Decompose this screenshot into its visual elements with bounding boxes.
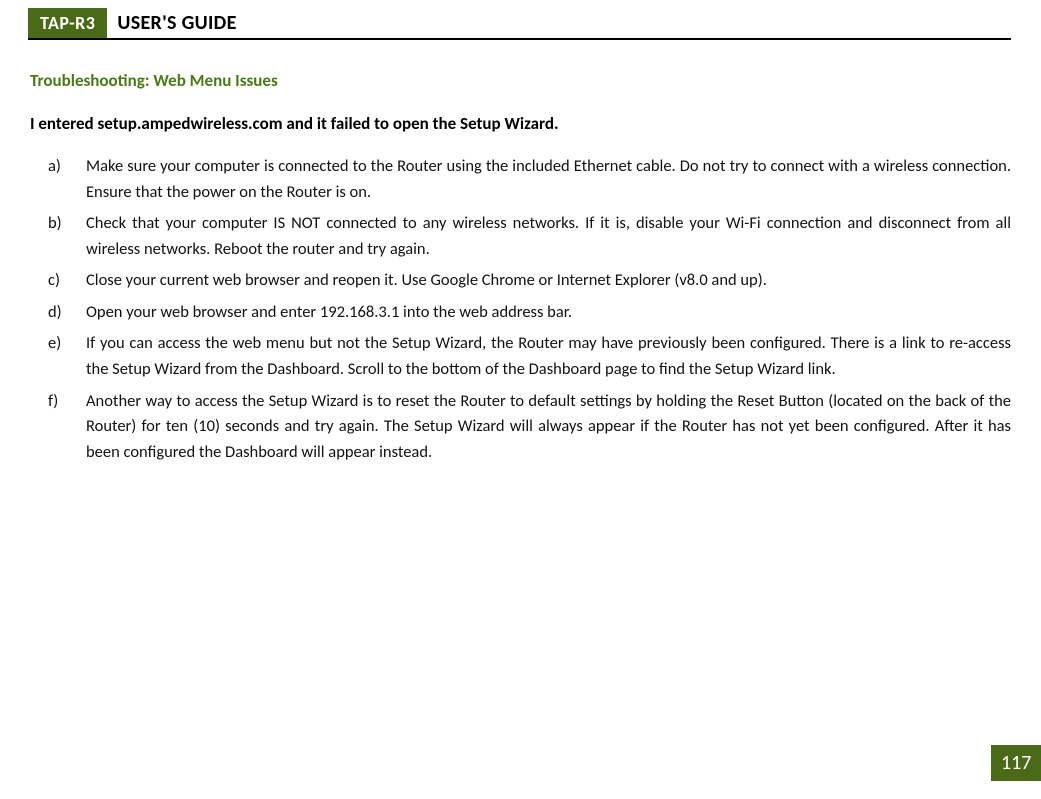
step-text: If you can access the web menu but not t… [86, 331, 1011, 382]
step-text: Make sure your computer is connected to … [86, 154, 1011, 205]
step-text: Close your current web browser and reope… [86, 268, 1011, 294]
step-text: Another way to access the Setup Wizard i… [86, 389, 1011, 466]
header-bar: TAP-R3 USER'S GUIDE [28, 8, 1011, 40]
page-content: Troubleshooting: Web Menu Issues I enter… [0, 40, 1041, 465]
step-text: Check that your computer IS NOT connecte… [86, 211, 1011, 262]
step-marker: d) [48, 300, 86, 326]
list-item: f) Another way to access the Setup Wizar… [48, 389, 1011, 466]
step-marker: c) [48, 268, 86, 294]
step-marker: f) [48, 389, 86, 466]
list-item: a) Make sure your computer is connected … [48, 154, 1011, 205]
page-number: 117 [991, 745, 1041, 781]
step-marker: b) [48, 211, 86, 262]
step-text: Open your web browser and enter 192.168.… [86, 300, 1011, 326]
step-marker: a) [48, 154, 86, 205]
section-heading: Troubleshooting: Web Menu Issues [30, 70, 1011, 91]
faq-question: I entered setup.ampedwireless.com and it… [30, 113, 1011, 134]
steps-list: a) Make sure your computer is connected … [30, 154, 1011, 465]
list-item: b) Check that your computer IS NOT conne… [48, 211, 1011, 262]
document-title: USER'S GUIDE [107, 8, 246, 38]
list-item: d) Open your web browser and enter 192.1… [48, 300, 1011, 326]
step-marker: e) [48, 331, 86, 382]
list-item: e) If you can access the web menu but no… [48, 331, 1011, 382]
product-badge: TAP-R3 [28, 8, 107, 38]
list-item: c) Close your current web browser and re… [48, 268, 1011, 294]
